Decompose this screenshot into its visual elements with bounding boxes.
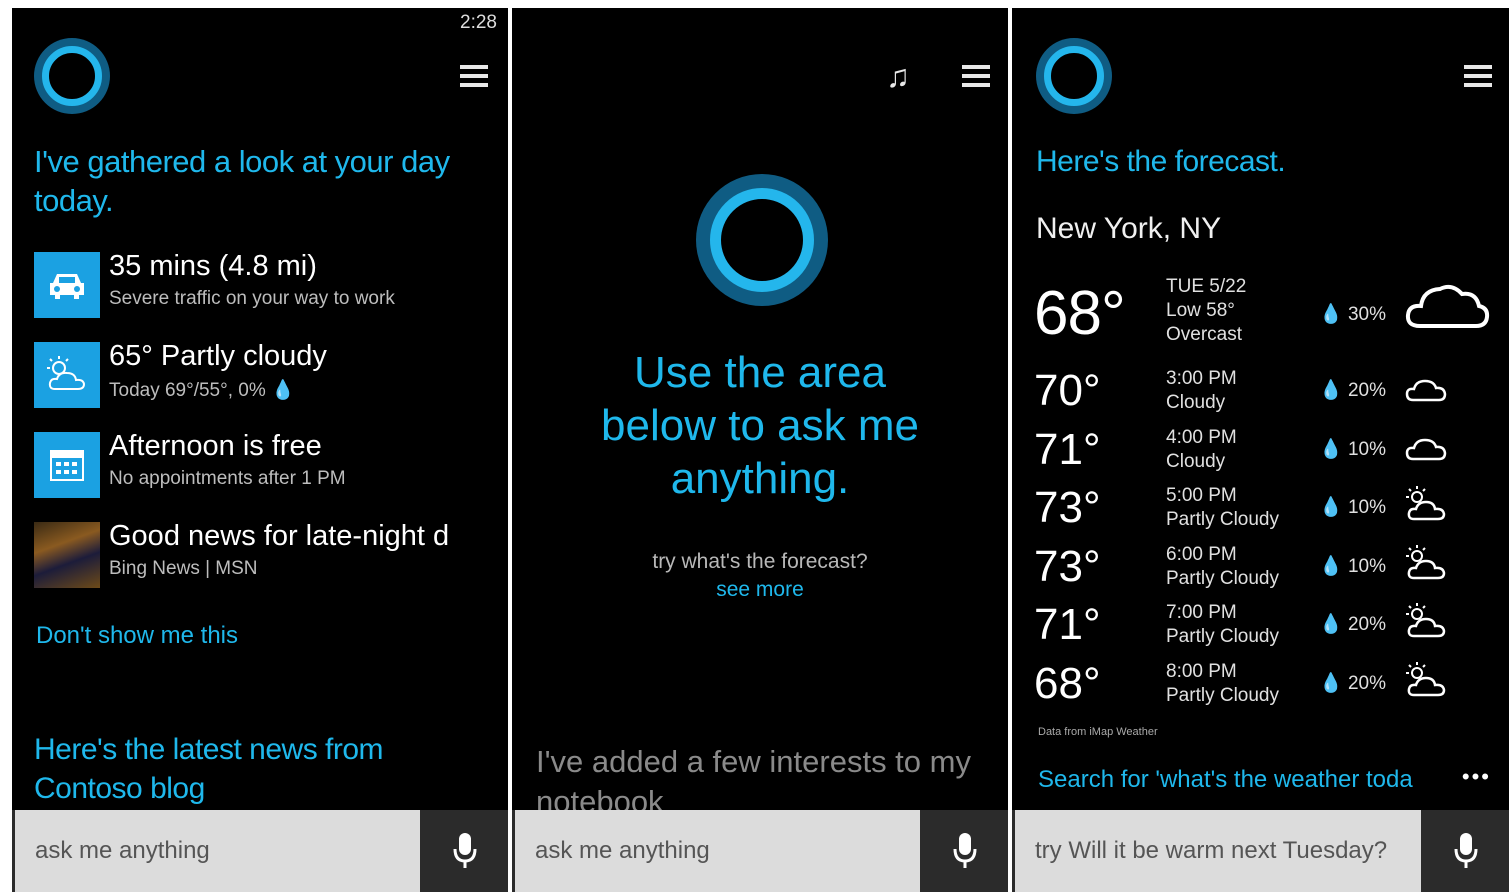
current-precip: 💧 30% — [1319, 304, 1386, 325]
partly-cloudy-icon — [1404, 544, 1448, 587]
hour-condition: Cloudy — [1166, 450, 1226, 472]
more-options-icon[interactable]: ••• — [1462, 764, 1491, 790]
search-input[interactable]: ask me anything — [515, 810, 920, 892]
cortana-forecast-screen: Here's the forecast. New York, NY 68° TU… — [1012, 8, 1509, 892]
hour-condition: Partly Cloudy — [1166, 509, 1279, 530]
see-more-link[interactable]: see more — [512, 578, 1008, 602]
hour-condition: Partly Cloudy — [1166, 567, 1279, 589]
menu-icon[interactable] — [460, 65, 488, 89]
notebook-text: I've added a few interests to my noteboo… — [536, 744, 971, 810]
cortana-day-screen: 2:28 I've gathered a look at your day to… — [12, 8, 508, 892]
cloud-icon — [1404, 433, 1448, 468]
hour-precip: 💧 20% — [1319, 614, 1386, 635]
cloud-icon — [1404, 374, 1448, 409]
partly-cloudy-icon — [34, 342, 100, 408]
hour-time: 3:00 PM — [1166, 368, 1237, 389]
hourly-forecast-row: 68° 8:00 PM Partly Cloudy 💧 20% — [1034, 659, 1504, 717]
partly-cloudy-icon — [1404, 602, 1448, 645]
card-subtitle: Severe traffic on your way to work — [109, 288, 395, 309]
web-search-link[interactable]: Search for 'what's the weather toda — [1038, 766, 1413, 794]
hour-condition: Partly Cloudy — [1166, 684, 1279, 706]
dismiss-link[interactable]: Don't show me this — [36, 622, 238, 650]
search-bar: ask me anything — [12, 810, 508, 892]
microphone-icon — [953, 833, 977, 868]
hour-precip: 💧 10% — [1319, 497, 1386, 518]
hour-condition: Cloudy — [1166, 392, 1226, 413]
microphone-button[interactable] — [1423, 810, 1509, 892]
weather-card[interactable]: 65° Partly cloudy Today 69°/55°, 0% 💧 — [34, 340, 504, 410]
forecast-header: Here's the forecast. — [1036, 145, 1286, 178]
data-attribution: Data from iMap Weather — [1038, 726, 1158, 738]
cortana-logo[interactable] — [34, 38, 110, 114]
microphone-button[interactable] — [422, 810, 508, 892]
hour-temp: 68° — [1034, 658, 1101, 708]
news-card[interactable]: Good news for late-night d Bing News | M… — [34, 520, 504, 590]
menu-icon[interactable] — [1464, 65, 1492, 89]
suggestion-text: try what's the forecast? — [652, 550, 868, 573]
hour-precip: 💧 20% — [1319, 672, 1386, 694]
microphone-button[interactable] — [922, 810, 1008, 892]
hour-precip: 💧 20% — [1319, 380, 1386, 401]
search-bar: ask me anything — [512, 810, 1008, 892]
card-subtitle: Bing News | MSN — [109, 558, 258, 579]
card-subtitle: No appointments after 1 PM — [109, 468, 346, 489]
hour-temp: 70° — [1034, 366, 1101, 415]
card-title: Good news for late-night d — [109, 520, 450, 552]
hour-time: 8:00 PM — [1166, 660, 1237, 682]
current-condition: Overcast — [1166, 324, 1243, 345]
hourly-forecast-row: 73° 6:00 PM Partly Cloudy 💧 10% — [1034, 542, 1504, 600]
cortana-logo[interactable] — [1036, 38, 1112, 114]
hour-time: 6:00 PM — [1166, 543, 1237, 565]
cloud-icon — [1404, 278, 1490, 335]
current-date: TUE 5/22 — [1166, 276, 1247, 297]
car-icon — [34, 252, 100, 318]
hour-precip: 💧 10% — [1319, 555, 1386, 577]
hour-temp: 73° — [1034, 483, 1101, 532]
calendar-icon — [34, 432, 100, 498]
partly-cloudy-icon — [1404, 485, 1448, 528]
current-weather: 68° TUE 5/22 Low 58° Overcast 💧 30% — [1034, 276, 1504, 358]
hour-condition: Partly Cloudy — [1166, 626, 1279, 647]
current-temp: 68° — [1034, 279, 1126, 348]
card-title: 65° Partly cloudy — [109, 340, 327, 372]
news-thumbnail — [34, 522, 100, 588]
news-header[interactable]: Here's the latest news from Contoso blog — [34, 730, 434, 808]
hour-precip: 💧 10% — [1319, 438, 1386, 460]
hourly-forecast-row: 70° 3:00 PM Cloudy 💧 20% — [1034, 366, 1504, 424]
menu-icon[interactable] — [962, 65, 990, 89]
hour-time: 4:00 PM — [1166, 426, 1237, 448]
status-time: 2:28 — [460, 12, 497, 33]
hour-temp: 73° — [1034, 541, 1101, 591]
hourly-forecast-row: 71° 4:00 PM Cloudy 💧 10% — [1034, 425, 1504, 483]
microphone-icon — [1454, 833, 1478, 868]
current-low: Low 58° — [1166, 300, 1235, 321]
greeting-headline: I've gathered a look at your day today. — [34, 144, 450, 218]
card-title: 35 mins (4.8 mi) — [109, 250, 317, 282]
hour-temp: 71° — [1034, 600, 1101, 649]
card-subtitle: Today 69°/55°, 0% 💧 — [109, 380, 295, 401]
ask-prompt: Use the area below to ask me anything. — [601, 348, 919, 503]
hourly-forecast-row: 71° 7:00 PM Partly Cloudy 💧 20% — [1034, 600, 1504, 658]
card-title: Afternoon is free — [109, 430, 322, 462]
hour-time: 5:00 PM — [1166, 485, 1237, 506]
microphone-icon — [453, 833, 477, 868]
cortana-ask-screen: ♫ Use the area below to ask me anything.… — [512, 8, 1008, 892]
hour-time: 7:00 PM — [1166, 602, 1237, 623]
hour-temp: 71° — [1034, 424, 1101, 474]
traffic-card[interactable]: 35 mins (4.8 mi) Severe traffic on your … — [34, 250, 504, 320]
city-name: New York, NY — [1036, 212, 1222, 245]
search-input[interactable]: try Will it be warm next Tuesday? — [1015, 810, 1421, 892]
search-bar: try Will it be warm next Tuesday? — [1012, 810, 1509, 892]
partly-cloudy-icon — [1404, 661, 1448, 704]
hourly-forecast-row: 73° 5:00 PM Partly Cloudy 💧 10% — [1034, 483, 1504, 541]
search-input[interactable]: ask me anything — [15, 810, 420, 892]
calendar-card[interactable]: Afternoon is free No appointments after … — [34, 430, 504, 500]
cortana-logo[interactable] — [696, 174, 828, 306]
music-note-icon[interactable]: ♫ — [886, 58, 910, 95]
